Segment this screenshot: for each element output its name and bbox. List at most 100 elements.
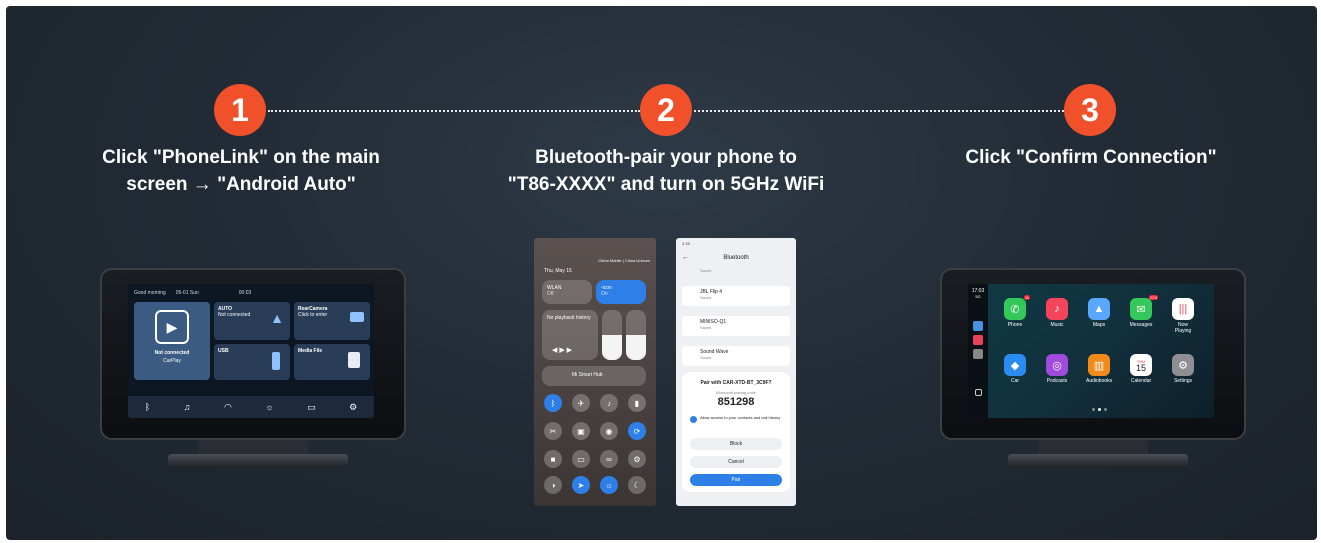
stand-base bbox=[1008, 454, 1188, 468]
carplay-status: Not connected bbox=[154, 350, 190, 356]
bt-device-row[interactable]: Sound Wave Saved bbox=[682, 346, 790, 366]
now-playing-app-icon: ||| bbox=[1172, 298, 1194, 320]
screenshot-icon[interactable]: ✂ bbox=[544, 422, 562, 440]
airplane-mode-icon[interactable]: ✈ bbox=[572, 394, 590, 412]
bluetooth-icon[interactable]: ᛒ bbox=[145, 402, 150, 412]
app-calendar[interactable]: THU 15 Calendar bbox=[1128, 354, 1154, 384]
calendar-date: 15 bbox=[1135, 362, 1146, 373]
app-podcasts[interactable]: ◎ Podcasts bbox=[1044, 354, 1070, 384]
settings-icon[interactable]: ⚙ bbox=[628, 450, 646, 468]
phone-badge: 11 bbox=[1023, 295, 1030, 300]
media-file-tile[interactable]: Media File bbox=[294, 344, 370, 380]
saved-top: Saved bbox=[700, 268, 712, 273]
app-maps[interactable]: ▲ Maps bbox=[1086, 298, 1112, 328]
app-audiobooks[interactable]: ▥ Audiobooks bbox=[1086, 354, 1112, 384]
smart-hub-tile[interactable]: Mi Smart Hub bbox=[542, 366, 646, 386]
bt-status-time: 2:15 bbox=[682, 241, 690, 246]
navigation-icon[interactable]: ◠ bbox=[224, 402, 232, 413]
app-label: Podcasts bbox=[1046, 378, 1068, 384]
greeting-text: Good morning bbox=[134, 290, 166, 296]
home-button-icon[interactable] bbox=[974, 389, 982, 396]
android-auto-tile[interactable]: AUTO Not connected ▲ bbox=[214, 302, 290, 340]
step-2-instruction: Bluetooth-pair your phone to "T86-XXXX" … bbox=[466, 144, 866, 198]
dark-mode-icon[interactable]: ☾ bbox=[628, 476, 646, 494]
wlan-tile[interactable]: WLAN Off bbox=[542, 280, 592, 304]
usb-tile[interactable]: USB bbox=[214, 344, 290, 380]
media-controls-icon: ◀ ▶ ▶ bbox=[552, 347, 573, 354]
messages-app-icon: ✉ 574 bbox=[1130, 295, 1158, 320]
bluetooth-toggle-icon[interactable]: ᛒ bbox=[544, 394, 562, 412]
car-app-icon: ◆ bbox=[1004, 354, 1026, 376]
rear-camera-tile[interactable]: RearCamera Click to enter bbox=[294, 302, 370, 340]
carplay-sidebar: 17:03 5G bbox=[968, 284, 988, 418]
sidebar-music-icon[interactable] bbox=[973, 335, 983, 345]
app-messages[interactable]: ✉ 574 Messages bbox=[1128, 295, 1158, 328]
bt-device-row[interactable]: JBL Flip 4 Saved bbox=[682, 286, 790, 306]
brightness-slider[interactable] bbox=[602, 310, 622, 360]
sidebar-settings-icon[interactable] bbox=[973, 349, 983, 359]
bell-icon[interactable]: ♪ bbox=[600, 394, 618, 412]
media-history: No playback history bbox=[547, 315, 591, 321]
allow-checkbox[interactable] bbox=[690, 416, 697, 423]
brightness-icon[interactable]: ☼ bbox=[265, 402, 273, 412]
car-display-1-screen: Good morning 05-01 Sun 00:03 ▶ Not conne… bbox=[128, 284, 374, 418]
usb-icon bbox=[272, 352, 280, 370]
eye-comfort-icon[interactable]: ☼ bbox=[600, 476, 618, 494]
app-car[interactable]: ◆ Car bbox=[1002, 354, 1028, 384]
dock-bar: ᛒ ♫ ◠ ☼ ▭ ⚙ bbox=[128, 396, 374, 418]
gear-icon[interactable]: ⚙ bbox=[349, 402, 357, 413]
step-1-line1: Click "PhoneLink" on the main bbox=[102, 147, 380, 168]
wlan-status: Off bbox=[547, 291, 554, 297]
app-music[interactable]: ♪ Music bbox=[1044, 298, 1070, 328]
nfc-icon[interactable]: ◉ bbox=[600, 422, 618, 440]
pairing-code: 851298 bbox=[717, 396, 755, 408]
messages-badge: 574 bbox=[1149, 295, 1158, 300]
app-label: Music bbox=[1050, 322, 1064, 328]
screen-record-icon[interactable]: ▣ bbox=[572, 422, 590, 440]
app-now-playing[interactable]: ||| Now Playing bbox=[1170, 298, 1196, 334]
car-display-1-frame: Good morning 05-01 Sun 00:03 ▶ Not conne… bbox=[100, 268, 406, 440]
banner: 1 Click "PhoneLink" on the main screen →… bbox=[6, 6, 1317, 540]
cast-icon[interactable]: ▭ bbox=[572, 450, 590, 468]
flashlight-icon[interactable]: ▮ bbox=[628, 394, 646, 412]
app-label: Car bbox=[1010, 378, 1020, 384]
car-display-3-frame: 17:03 5G ✆ 11 Phone ♪ Music ▲ Maps ✉ 574… bbox=[940, 268, 1246, 440]
media-player-tile[interactable]: No playback history ◀ ▶ ▶ bbox=[542, 310, 598, 360]
bt-device-row[interactable]: MINISO-Q1 Saved bbox=[682, 316, 790, 336]
step-2-badge: 2 bbox=[640, 84, 692, 136]
carplay-screen: 17:03 5G ✆ 11 Phone ♪ Music ▲ Maps ✉ 574… bbox=[968, 284, 1214, 418]
data-tile[interactable]: -icon On bbox=[596, 280, 646, 304]
pair-button[interactable]: Pair bbox=[690, 474, 782, 486]
app-label: Messages bbox=[1129, 322, 1153, 328]
step-1-badge: 1 bbox=[214, 84, 266, 136]
carplay-tile[interactable]: ▶ Not connected CarPlay bbox=[134, 302, 210, 380]
screen-mirror-icon[interactable]: ▭ bbox=[307, 402, 316, 413]
step-2-line1: Bluetooth-pair your phone to bbox=[535, 147, 797, 168]
location-icon[interactable]: ➤ bbox=[572, 476, 590, 494]
sidebar-maps-icon[interactable] bbox=[973, 321, 983, 331]
smart-hub-label: Mi Smart Hub bbox=[572, 372, 603, 378]
pairing-title: Pair with CAR-XTD-BT_3C9F? bbox=[700, 380, 772, 386]
app-settings[interactable]: ⚙ Settings bbox=[1170, 354, 1196, 384]
bt-device-status: Saved bbox=[700, 295, 712, 300]
step-2-line2: "T86-XXXX" and turn on 5GHz WiFi bbox=[507, 174, 825, 195]
step-3-instruction: Click "Confirm Connection" bbox=[911, 144, 1271, 171]
cancel-button[interactable]: Cancel bbox=[690, 456, 782, 468]
app-label: Audiobooks bbox=[1086, 378, 1113, 384]
app-label: Phone bbox=[1007, 322, 1023, 328]
volume-slider[interactable] bbox=[626, 310, 646, 360]
link-icon[interactable]: ∞ bbox=[600, 450, 618, 468]
auto-rotate-icon[interactable]: ⟳ bbox=[628, 422, 646, 440]
play-icon: ▶ bbox=[155, 310, 189, 344]
carrier-text: China Mobile | China Unicom bbox=[598, 258, 650, 263]
video-icon[interactable]: ■ bbox=[544, 450, 562, 468]
cc-date: Thu, May 15 bbox=[544, 268, 572, 274]
app-label: Now Playing bbox=[1174, 322, 1192, 334]
step-1-instruction: Click "PhoneLink" on the main screen → "… bbox=[66, 144, 416, 198]
contrast-icon[interactable]: ◑ bbox=[544, 476, 562, 494]
headphones-icon[interactable]: ♫ bbox=[184, 402, 191, 412]
app-phone[interactable]: ✆ 11 Phone bbox=[1002, 295, 1030, 328]
block-button[interactable]: Block bbox=[690, 438, 782, 450]
app-label: Settings bbox=[1173, 378, 1193, 384]
date-text: 05-01 Sun bbox=[175, 290, 199, 296]
